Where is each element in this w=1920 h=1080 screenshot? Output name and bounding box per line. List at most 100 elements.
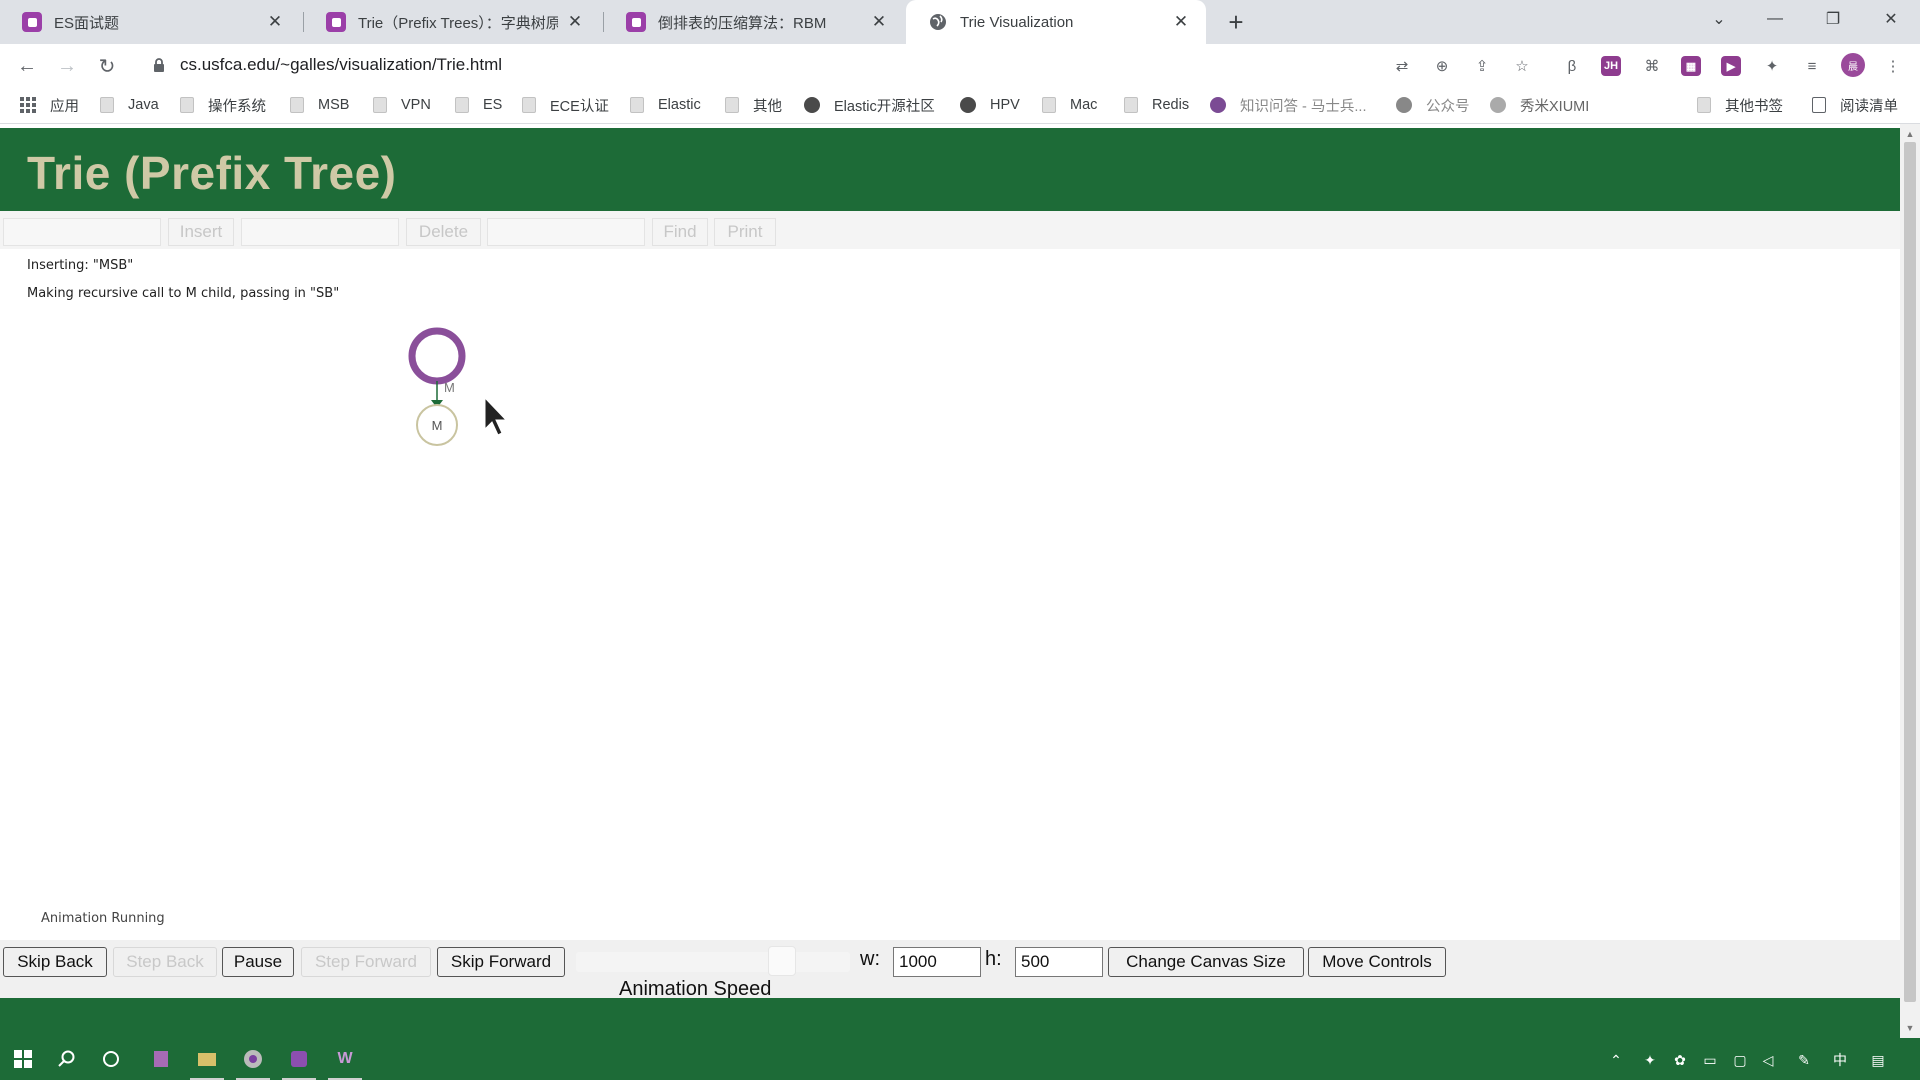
canvas-height-input[interactable]: 500 bbox=[1015, 947, 1103, 977]
file-explorer-icon[interactable] bbox=[190, 1046, 224, 1080]
folder-icon bbox=[180, 97, 194, 113]
step-forward-button[interactable]: Step Forward bbox=[301, 947, 431, 977]
tab-search-chevron-icon[interactable]: ⌄ bbox=[1696, 0, 1742, 38]
bookmark-os[interactable]: 操作系统 bbox=[180, 86, 266, 124]
tray-battery-icon[interactable]: ▭ bbox=[1700, 1050, 1720, 1070]
chrome-icon[interactable] bbox=[236, 1046, 270, 1080]
bookmarks-bar: 应用 Java 操作系统 MSB VPN ES ECE认证 Elastic 其他… bbox=[0, 86, 1920, 124]
close-icon[interactable]: ✕ bbox=[1172, 12, 1190, 31]
profile-avatar[interactable]: 晨 bbox=[1841, 53, 1865, 77]
url-text: cs.usfca.edu/~galles/visualization/Trie.… bbox=[180, 55, 503, 74]
zoom-icon[interactable]: ⊕ bbox=[1430, 54, 1454, 78]
ime-indicator[interactable]: 中 bbox=[1830, 1050, 1850, 1070]
bookmark-apps[interactable]: 应用 bbox=[20, 86, 79, 124]
scroll-up-icon[interactable]: ▲ bbox=[1904, 128, 1916, 140]
folder-icon bbox=[455, 97, 469, 113]
reading-list-icon[interactable]: ≡ bbox=[1800, 54, 1824, 78]
animation-speed-slider[interactable] bbox=[576, 952, 850, 972]
tray-network-icon[interactable]: ▢ bbox=[1730, 1050, 1750, 1070]
slider-thumb[interactable] bbox=[768, 946, 796, 976]
tray-app-icon[interactable]: ✦ bbox=[1640, 1050, 1660, 1070]
tab-title: ES面试题 bbox=[54, 14, 120, 32]
tray-bluetooth-icon[interactable]: ✿ bbox=[1670, 1050, 1690, 1070]
extensions-puzzle-icon[interactable]: ✦ bbox=[1760, 54, 1784, 78]
tray-pen-icon[interactable]: ✎ bbox=[1794, 1050, 1814, 1070]
root-node-highlight bbox=[408, 327, 466, 385]
pause-button[interactable]: Pause bbox=[222, 947, 294, 977]
skip-forward-button[interactable]: Skip Forward bbox=[437, 947, 565, 977]
canvas-width-input[interactable]: 1000 bbox=[893, 947, 981, 977]
tab-rbm[interactable]: 倒排表的压缩算法：RBM ✕ bbox=[604, 0, 904, 44]
tab-es-interview[interactable]: ES面试题 ✕ bbox=[0, 0, 300, 44]
bookmark-other[interactable]: 其他 bbox=[725, 86, 782, 124]
app-wps-icon[interactable]: W bbox=[328, 1046, 362, 1080]
windows-start-icon[interactable] bbox=[10, 1046, 36, 1072]
folder-icon bbox=[1124, 97, 1138, 113]
extension-b-icon[interactable]: β bbox=[1560, 54, 1584, 78]
purple-page-icon bbox=[326, 12, 346, 32]
reading-list-icon bbox=[1812, 97, 1826, 113]
share-icon[interactable]: ⇪ bbox=[1470, 54, 1494, 78]
folder-icon bbox=[290, 97, 304, 113]
bookmark-zhishi[interactable]: 知识问答 - 马士兵... bbox=[1210, 86, 1366, 124]
tab-trie-visualization[interactable]: Trie Visualization ✕ bbox=[906, 0, 1206, 44]
extension-jh-icon[interactable]: JH bbox=[1601, 56, 1621, 76]
bookmark-star-icon[interactable]: ☆ bbox=[1510, 54, 1534, 78]
site-icon bbox=[1396, 97, 1412, 113]
purple-page-icon bbox=[626, 12, 646, 32]
new-tab-plus-icon[interactable]: + bbox=[1222, 7, 1250, 37]
extension-video-icon[interactable]: ▶ bbox=[1721, 56, 1741, 76]
close-icon[interactable]: ✕ bbox=[266, 12, 284, 31]
scroll-down-icon[interactable]: ▼ bbox=[1904, 1022, 1916, 1034]
move-controls-button[interactable]: Move Controls bbox=[1308, 947, 1446, 977]
site-icon bbox=[1490, 97, 1506, 113]
bookmark-es[interactable]: ES bbox=[455, 86, 502, 124]
bookmark-msb[interactable]: MSB bbox=[290, 86, 349, 124]
folder-icon bbox=[1697, 97, 1711, 113]
bookmark-redis[interactable]: Redis bbox=[1124, 86, 1189, 124]
window-close-icon[interactable]: ✕ bbox=[1868, 0, 1914, 38]
menu-kebab-icon[interactable]: ⋮ bbox=[1881, 54, 1905, 78]
bookmark-mac[interactable]: Mac bbox=[1042, 86, 1097, 124]
change-canvas-size-button[interactable]: Change Canvas Size bbox=[1108, 947, 1304, 977]
reload-icon[interactable]: ↻ bbox=[92, 51, 122, 81]
bookmark-ece[interactable]: ECE认证 bbox=[522, 86, 609, 124]
width-label: w: bbox=[860, 948, 880, 970]
notifications-icon[interactable]: ▤ bbox=[1868, 1050, 1888, 1070]
close-icon[interactable]: ✕ bbox=[870, 12, 888, 31]
browser-toolbar: ← → ↻ cs.usfca.edu/~galles/visualization… bbox=[0, 44, 1920, 86]
bookmark-gongzhonghao[interactable]: 公众号 bbox=[1396, 86, 1470, 124]
bookmark-other-bookmarks[interactable]: 其他书签 bbox=[1697, 86, 1783, 124]
skip-back-button[interactable]: Skip Back bbox=[3, 947, 107, 977]
bookmark-elastic-community[interactable]: Elastic开源社区 bbox=[804, 86, 935, 124]
bookmark-vpn[interactable]: VPN bbox=[373, 86, 431, 124]
app-purple-icon[interactable] bbox=[282, 1046, 316, 1080]
tab-trie-prefix-trees[interactable]: Trie（Prefix Trees）：字典树原 ✕ bbox=[304, 0, 600, 44]
extension-grid-icon[interactable]: ▦ bbox=[1681, 56, 1701, 76]
scrollbar-thumb[interactable] bbox=[1904, 142, 1916, 1002]
globe-icon bbox=[928, 12, 948, 32]
vertical-scrollbar[interactable]: ▲ ▼ bbox=[1900, 124, 1920, 1038]
close-icon[interactable]: ✕ bbox=[566, 12, 584, 31]
back-arrow-icon[interactable]: ← bbox=[12, 51, 42, 81]
step-back-button[interactable]: Step Back bbox=[113, 947, 217, 977]
bookmark-hpv[interactable]: HPV bbox=[960, 86, 1020, 124]
app-onenote-icon[interactable] bbox=[148, 1046, 174, 1072]
translate-icon[interactable]: ⇄ bbox=[1390, 54, 1414, 78]
folder-icon bbox=[373, 97, 387, 113]
bookmark-elastic[interactable]: Elastic bbox=[630, 86, 701, 124]
page-content: Trie (Prefix Tree) Insert Delete Find Pr… bbox=[0, 124, 1900, 1056]
extension-translate-icon[interactable]: ⌘ bbox=[1640, 54, 1664, 78]
folder-icon bbox=[630, 97, 644, 113]
cortana-icon[interactable] bbox=[98, 1046, 124, 1072]
restore-icon[interactable]: ❐ bbox=[1810, 0, 1856, 38]
tray-chevron-icon[interactable]: ⌃ bbox=[1606, 1050, 1626, 1070]
address-bar[interactable]: cs.usfca.edu/~galles/visualization/Trie.… bbox=[140, 49, 1370, 81]
forward-arrow-icon[interactable]: → bbox=[52, 51, 82, 81]
reading-list-button[interactable]: 阅读清单 bbox=[1812, 86, 1898, 124]
bookmark-xiumi[interactable]: 秀米XIUMI bbox=[1490, 86, 1589, 124]
tray-volume-icon[interactable]: ◁ bbox=[1758, 1050, 1778, 1070]
minimize-icon[interactable]: — bbox=[1752, 0, 1798, 38]
search-icon[interactable] bbox=[54, 1046, 80, 1072]
bookmark-java[interactable]: Java bbox=[100, 86, 159, 124]
